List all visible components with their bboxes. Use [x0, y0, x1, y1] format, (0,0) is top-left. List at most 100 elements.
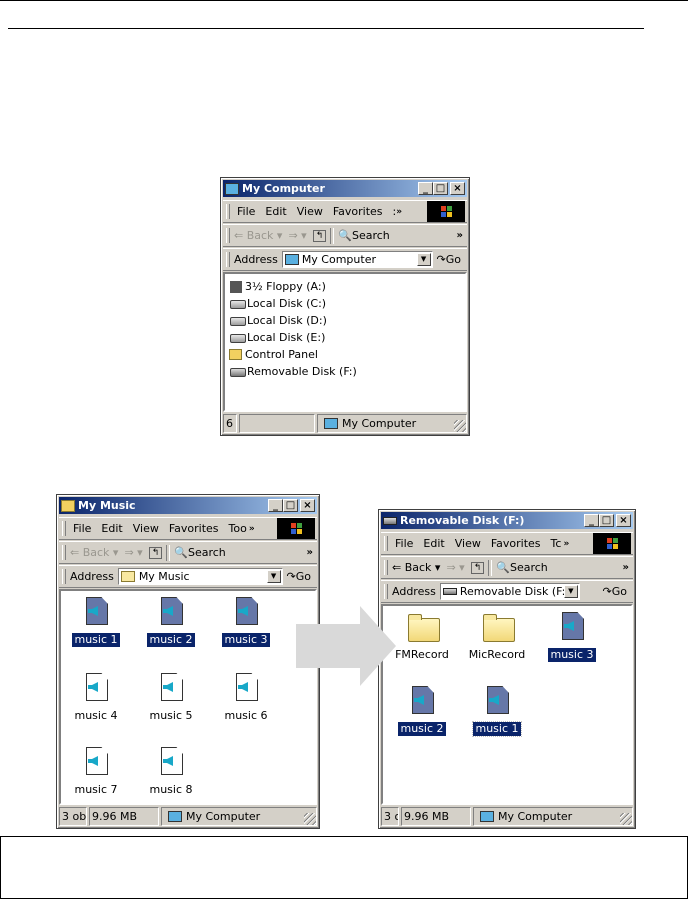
list-item[interactable]: Local Disk (E:)	[228, 329, 462, 346]
resize-grip[interactable]	[620, 813, 632, 825]
list-item[interactable]: Local Disk (D:)	[228, 312, 462, 329]
title-bar[interactable]: Removable Disk (F:) _ □ ×	[381, 512, 633, 529]
chevron-icon[interactable]: »	[563, 539, 569, 549]
file-item[interactable]: music 6	[211, 673, 281, 723]
search-button[interactable]: 🔍Search	[174, 546, 226, 559]
back-button[interactable]: ⇐ Back ▾	[70, 546, 118, 559]
file-list: 3½ Floppy (A:) Local Disk (C:) Local Dis…	[223, 272, 467, 412]
address-input[interactable]: My Music ▼	[117, 568, 283, 585]
close-button[interactable]: ×	[300, 499, 315, 512]
menu-view[interactable]: View	[133, 522, 159, 535]
chevron-icon[interactable]: »	[307, 547, 313, 558]
go-button[interactable]: ↷Go	[603, 585, 627, 598]
title-bar[interactable]: My Computer _ □ ×	[223, 180, 467, 197]
menu-favorites[interactable]: Favorites	[491, 537, 541, 550]
forward-button[interactable]: ⇒ ▾	[446, 561, 464, 574]
resize-grip[interactable]	[454, 420, 466, 432]
file-item[interactable]: music 8	[136, 747, 206, 797]
go-button[interactable]: ↷Go	[437, 253, 461, 266]
back-button[interactable]: ⇐ Back ▾	[234, 229, 282, 242]
hard-drive-icon	[230, 300, 246, 309]
standard-toolbar: ⇐ Back ▾ ⇒ ▾ ↰ 🔍Search »	[381, 556, 633, 579]
maximize-button[interactable]: □	[433, 182, 448, 195]
menu-favorites[interactable]: Favorites	[333, 205, 383, 218]
search-button[interactable]: 🔍Search	[338, 229, 390, 242]
menu-file[interactable]: File	[237, 205, 255, 218]
address-dropdown[interactable]: ▼	[416, 253, 431, 266]
top-rule	[0, 0, 688, 1]
go-button[interactable]: ↷Go	[287, 570, 311, 583]
grip[interactable]	[384, 584, 388, 599]
menu-view[interactable]: View	[297, 205, 323, 218]
menu-edit[interactable]: Edit	[265, 205, 286, 218]
chevron-icon[interactable]: »	[623, 562, 629, 573]
file-item[interactable]: music 7	[61, 747, 131, 797]
chevron-icon[interactable]: »	[396, 207, 402, 217]
grip[interactable]	[62, 569, 66, 584]
grip[interactable]	[384, 536, 388, 551]
menu-view[interactable]: View	[455, 537, 481, 550]
close-button[interactable]: ×	[450, 182, 465, 195]
chevron-icon[interactable]: »	[457, 230, 463, 241]
up-folder-icon[interactable]: ↰	[470, 561, 485, 574]
menu-file[interactable]: File	[395, 537, 413, 550]
file-item[interactable]: music 1	[462, 686, 532, 737]
search-button[interactable]: 🔍Search	[496, 561, 548, 574]
window-title: My Music	[78, 499, 136, 512]
removable-disk-icon	[442, 588, 457, 595]
grip[interactable]	[62, 521, 66, 536]
status-size: 9.96 MB	[401, 807, 471, 826]
windows-logo-icon	[277, 518, 315, 539]
list-item[interactable]: Local Disk (C:)	[228, 295, 462, 312]
close-button[interactable]: ×	[616, 514, 631, 527]
file-item[interactable]: music 1	[61, 597, 131, 647]
title-bar[interactable]: My Music _ □ ×	[59, 497, 317, 514]
address-dropdown[interactable]: ▼	[266, 570, 281, 583]
menu-edit[interactable]: Edit	[423, 537, 444, 550]
list-item[interactable]: Control Panel	[228, 346, 462, 363]
chevron-icon[interactable]: »	[249, 524, 255, 534]
windows-logo-icon	[427, 201, 465, 222]
back-button[interactable]: ⇐ Back ▾	[392, 561, 440, 574]
menu-tools[interactable]: Tc	[551, 537, 562, 550]
address-dropdown[interactable]: ▼	[563, 585, 578, 598]
file-item[interactable]: music 2	[387, 686, 457, 736]
file-item[interactable]: music 3	[537, 612, 607, 662]
up-folder-icon[interactable]: ↰	[312, 229, 327, 242]
windows-logo-icon	[593, 533, 631, 554]
grip[interactable]	[226, 204, 230, 219]
grip[interactable]	[384, 560, 388, 575]
address-input[interactable]: Removable Disk (F:) ▼	[439, 583, 580, 600]
grip[interactable]	[226, 252, 230, 267]
menu-edit[interactable]: Edit	[101, 522, 122, 535]
file-item[interactable]: music 3	[211, 597, 281, 647]
forward-button[interactable]: ⇒ ▾	[124, 546, 142, 559]
removable-disk-window: Removable Disk (F:) _ □ × File Edit View…	[378, 509, 636, 829]
my-music-window: My Music _ □ × File Edit View Favorites …	[56, 494, 320, 829]
file-icon-view: music 1 music 2 music 3 music 4 music 5 …	[59, 589, 317, 805]
file-item[interactable]: music 4	[61, 673, 131, 723]
up-folder-icon[interactable]: ↰	[148, 546, 163, 559]
minimize-button[interactable]: _	[418, 182, 433, 195]
address-bar: Address My Music ▼ ↷Go	[59, 565, 317, 588]
menu-tools[interactable]: Too	[229, 522, 247, 535]
minimize-button[interactable]: _	[268, 499, 283, 512]
resize-grip[interactable]	[304, 813, 316, 825]
list-item[interactable]: Removable Disk (F:)	[228, 363, 462, 380]
file-item[interactable]: music 2	[136, 597, 206, 647]
menu-file[interactable]: File	[73, 522, 91, 535]
menu-favorites[interactable]: Favorites	[169, 522, 219, 535]
grip[interactable]	[62, 545, 66, 560]
maximize-button[interactable]: □	[599, 514, 614, 527]
forward-button[interactable]: ⇒ ▾	[288, 229, 306, 242]
grip[interactable]	[226, 228, 230, 243]
minimize-button[interactable]: _	[584, 514, 599, 527]
folder-item[interactable]: FMRecord	[387, 612, 457, 662]
maximize-button[interactable]: □	[283, 499, 298, 512]
list-item[interactable]: 3½ Floppy (A:)	[228, 278, 462, 295]
folder-item[interactable]: MicRecord	[462, 612, 532, 662]
address-label: Address	[70, 570, 114, 583]
search-icon: 🔍	[174, 546, 188, 559]
address-input[interactable]: My Computer ▼	[281, 251, 433, 268]
file-item[interactable]: music 5	[136, 673, 206, 723]
